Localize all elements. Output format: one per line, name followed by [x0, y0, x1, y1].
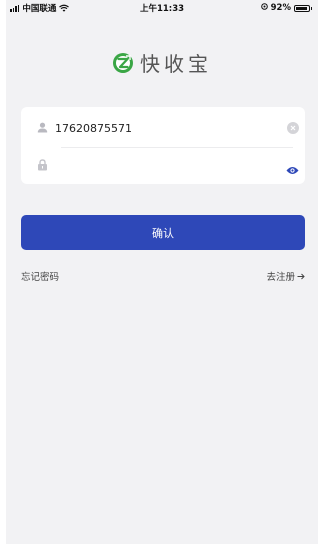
register-label: 去注册 — [266, 272, 295, 283]
phone-input[interactable] — [55, 117, 275, 139]
password-input[interactable] — [55, 154, 275, 176]
password-field — [21, 146, 305, 184]
battery-fill — [296, 6, 308, 10]
confirm-button[interactable]: 确认 — [21, 215, 305, 250]
clear-icon[interactable] — [287, 122, 299, 134]
logo-mark-icon — [113, 52, 133, 73]
arrow-right-icon — [297, 273, 305, 279]
eye-icon[interactable] — [286, 160, 299, 179]
login-card — [21, 107, 305, 184]
user-icon — [37, 122, 48, 133]
register-link[interactable]: 去注册 — [266, 269, 305, 283]
battery-percent: 92% — [270, 3, 291, 13]
app-screen: 中国联通 上午11:33 92% 快收宝 17620875571 确认 忘记密码… — [6, 0, 318, 544]
location-icon — [260, 3, 268, 13]
lock-icon — [38, 159, 47, 171]
status-bar: 中国联通 上午11:33 92% — [6, 0, 318, 16]
app-name: 快收宝 — [140, 52, 212, 76]
app-logo: 快收宝 — [6, 48, 318, 77]
battery-icon — [294, 4, 312, 12]
forgot-password-link[interactable]: 忘记密码 — [21, 269, 59, 283]
phone-field — [21, 109, 305, 147]
status-right: 92% — [260, 3, 318, 13]
